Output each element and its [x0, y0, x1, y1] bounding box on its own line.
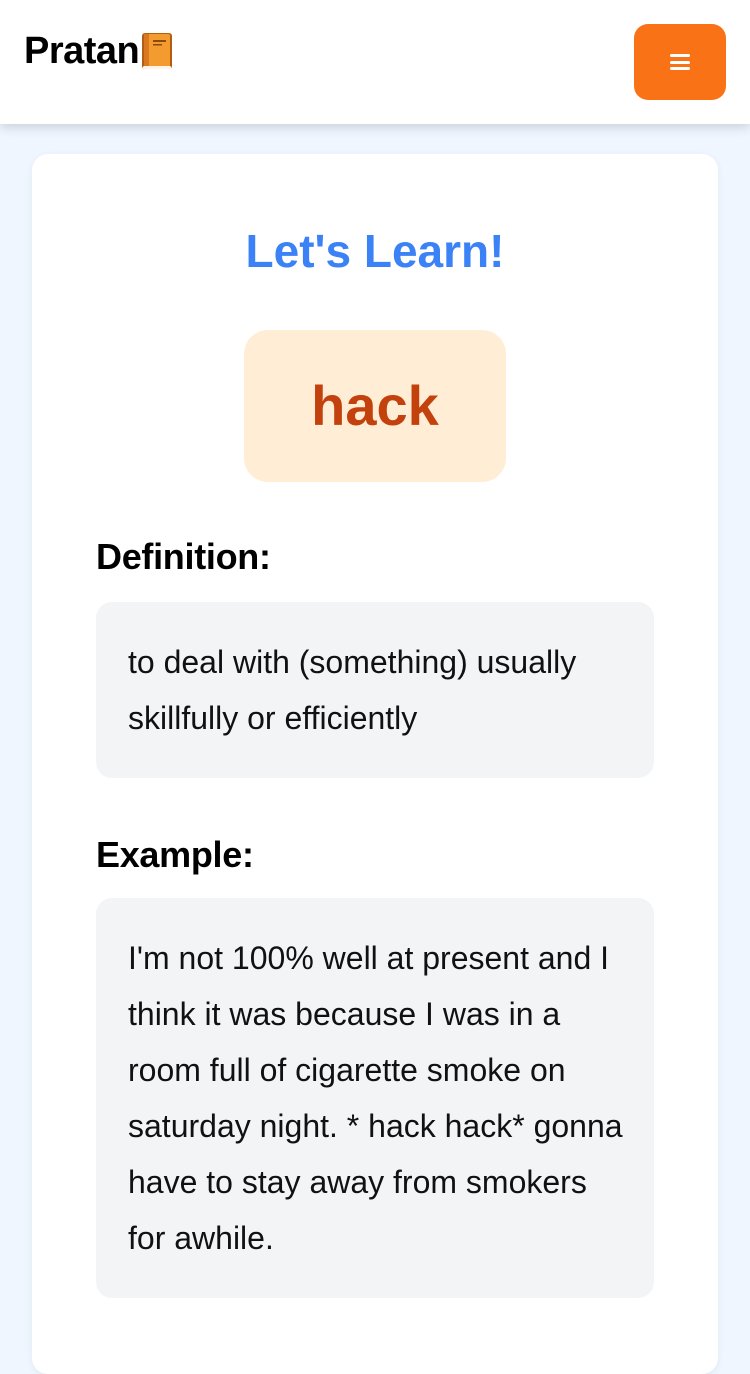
menu-button[interactable]	[634, 24, 726, 100]
definition-text: to deal with (something) usually skillfu…	[96, 602, 654, 778]
ledger-book-icon	[141, 31, 173, 71]
example-label: Example:	[96, 834, 254, 875]
brand-name: Pratan	[24, 30, 140, 72]
page-title: Let's Learn!	[245, 225, 505, 277]
hamburger-menu-icon	[670, 54, 690, 70]
example-text: I'm not 100% well at present and I think…	[96, 898, 654, 1298]
app-header: Pratan	[0, 0, 750, 124]
brand-logo[interactable]: Pratan	[24, 26, 173, 76]
word-box: hack	[244, 330, 506, 482]
definition-label: Definition:	[96, 536, 271, 577]
learn-card: Let's Learn! hack Definition: to deal wi…	[32, 154, 718, 1374]
vocabulary-word: hack	[311, 374, 439, 437]
